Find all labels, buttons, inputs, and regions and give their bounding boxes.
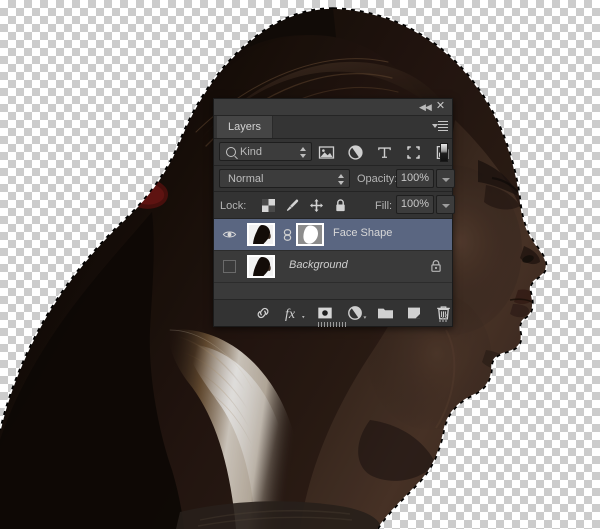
svg-text:fx: fx <box>285 307 296 321</box>
layer-thumbnail[interactable] <box>247 223 275 246</box>
blend-opacity-row[interactable]: Normal Opacity: 100% <box>214 166 455 192</box>
padlock-icon <box>430 259 442 273</box>
chevron-updown-icon[interactable] <box>338 174 345 185</box>
fill-label: Fill: <box>375 200 393 212</box>
filter-type-icon[interactable] <box>376 144 393 161</box>
search-icon <box>226 147 236 157</box>
layer-list[interactable]: Face Shape Background <box>214 219 452 305</box>
panel-resize-grip[interactable] <box>438 312 450 324</box>
panel-tab-row[interactable]: Layers <box>214 116 452 139</box>
lock-position-move-icon[interactable] <box>309 198 324 213</box>
tab-layers[interactable]: Layers <box>217 116 274 138</box>
link-layers-button[interactable] <box>255 305 271 321</box>
lock-transparency-icon[interactable] <box>261 198 276 213</box>
collapse-arrows-icon[interactable]: ◀◀ <box>419 102 432 112</box>
lock-label: Lock: <box>220 200 247 212</box>
add-layer-mask-button[interactable] <box>317 305 333 321</box>
fill-input[interactable]: 100% <box>396 195 434 214</box>
filter-adjustment-icon[interactable] <box>347 144 364 161</box>
blend-mode-value: Normal <box>228 173 264 185</box>
fill-dropdown-button[interactable] <box>436 195 455 214</box>
close-icon[interactable]: ✕ <box>435 101 446 112</box>
link-chain-icon[interactable] <box>283 229 292 241</box>
layers-panel[interactable]: ◀◀ ✕ Layers Kind Normal Opacity: 100% Lo… <box>213 98 455 327</box>
lock-image-brush-icon[interactable] <box>285 198 300 213</box>
new-adjustment-layer-button[interactable] <box>347 305 367 321</box>
filter-enable-toggle[interactable] <box>440 143 448 162</box>
panel-titlebar[interactable]: ◀◀ ✕ <box>214 99 452 116</box>
panel-bottom-grip[interactable] <box>318 322 348 327</box>
eye-icon[interactable] <box>221 226 238 243</box>
layer-thumbnail[interactable] <box>247 255 275 278</box>
layer-name-label[interactable]: Face Shape <box>333 227 392 239</box>
opacity-dropdown-button[interactable] <box>436 169 455 188</box>
filter-pixel-icon[interactable] <box>318 144 335 161</box>
lock-fill-row[interactable]: Lock: Fill: 100% <box>214 192 455 219</box>
table-row[interactable]: Face Shape <box>214 219 452 251</box>
blend-mode-select[interactable]: Normal <box>219 169 350 188</box>
new-group-button[interactable] <box>377 305 394 321</box>
panel-menu-icon[interactable] <box>432 120 448 134</box>
table-row[interactable]: Background <box>214 251 452 283</box>
filter-shape-icon[interactable] <box>405 144 422 161</box>
new-layer-button[interactable] <box>406 305 422 321</box>
lock-all-padlock-icon[interactable] <box>333 198 348 213</box>
layer-mask-thumbnail[interactable] <box>296 223 324 246</box>
layer-name-label[interactable]: Background <box>289 259 348 271</box>
chevron-updown-icon[interactable] <box>300 147 307 158</box>
opacity-label: Opacity: <box>357 173 398 185</box>
filter-kind-label: Kind <box>240 146 263 158</box>
eye-hidden-checkbox[interactable] <box>223 260 236 273</box>
layer-style-fx-button[interactable]: fx <box>285 305 305 321</box>
filter-kind-select[interactable]: Kind <box>219 142 312 161</box>
opacity-input[interactable]: 100% <box>396 169 434 188</box>
layer-filter-row[interactable]: Kind <box>214 139 452 166</box>
